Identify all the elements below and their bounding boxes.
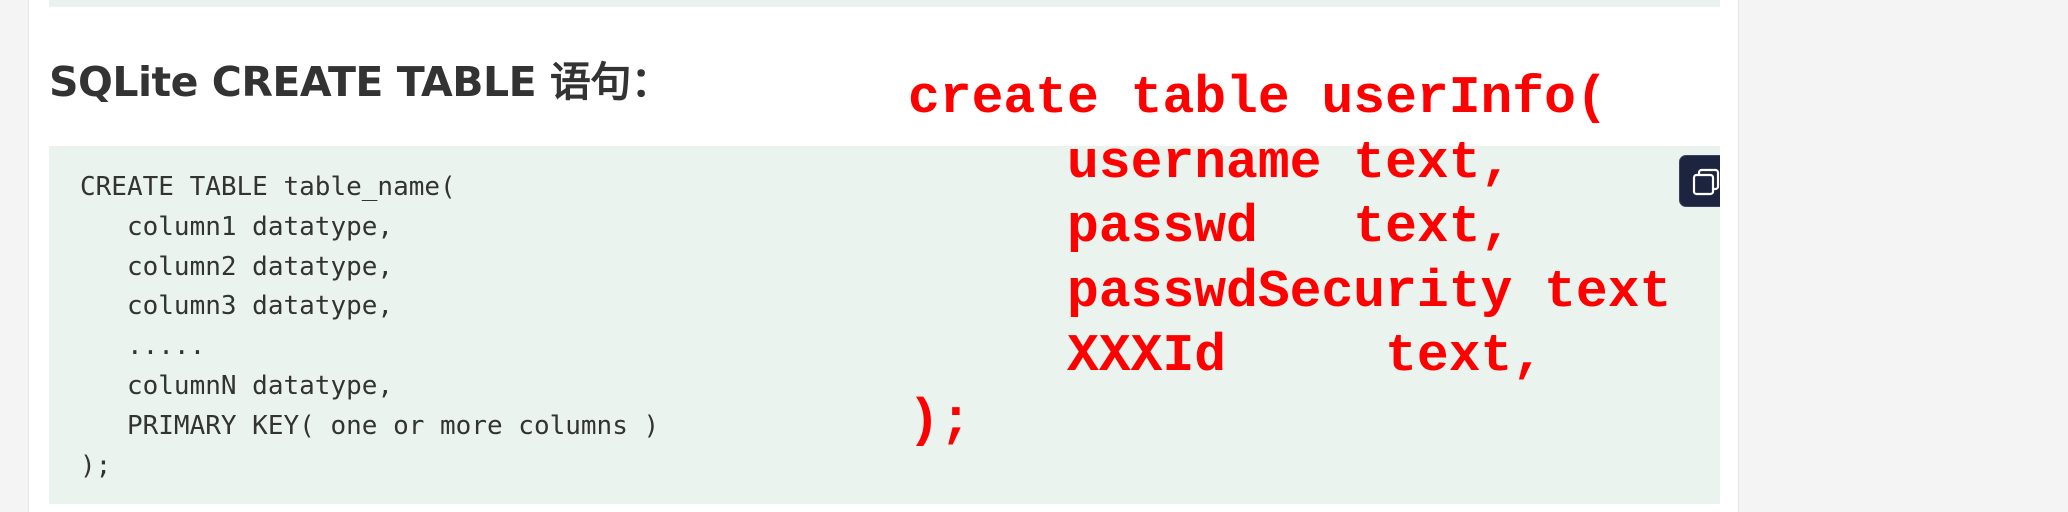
annotation-line: create table userInfo( (908, 68, 1608, 128)
code-line: ..... (80, 331, 206, 362)
annotation-line: username text, (908, 132, 1513, 193)
annotation-line: XXXId text, (908, 326, 1545, 386)
page: SQLite CREATE TABLE 语句： CREATE TABLE tab… (0, 0, 2068, 512)
code-line: column2 datatype, (80, 251, 394, 282)
code-line: CREATE TABLE table_name( (80, 172, 456, 202)
annotation-line: passwd text, (908, 197, 1513, 257)
previous-code-block-edge (49, 0, 1720, 7)
code-line: ); (80, 450, 112, 481)
code-line: PRIMARY KEY( one or more columns ) (80, 410, 660, 441)
code-line: column3 datatype, (80, 291, 394, 322)
handwritten-annotation: create table userInfo( username text, pa… (908, 66, 1719, 466)
annotation-line: passwdSecurity text (908, 261, 1672, 322)
code-line: columnN datatype, (80, 370, 394, 401)
section-heading: SQLite CREATE TABLE 语句： (49, 58, 672, 106)
code-text: CREATE TABLE table_name( column1 datatyp… (80, 168, 659, 486)
code-line: column1 datatype, (80, 211, 394, 242)
annotation-line: ); (908, 390, 972, 451)
